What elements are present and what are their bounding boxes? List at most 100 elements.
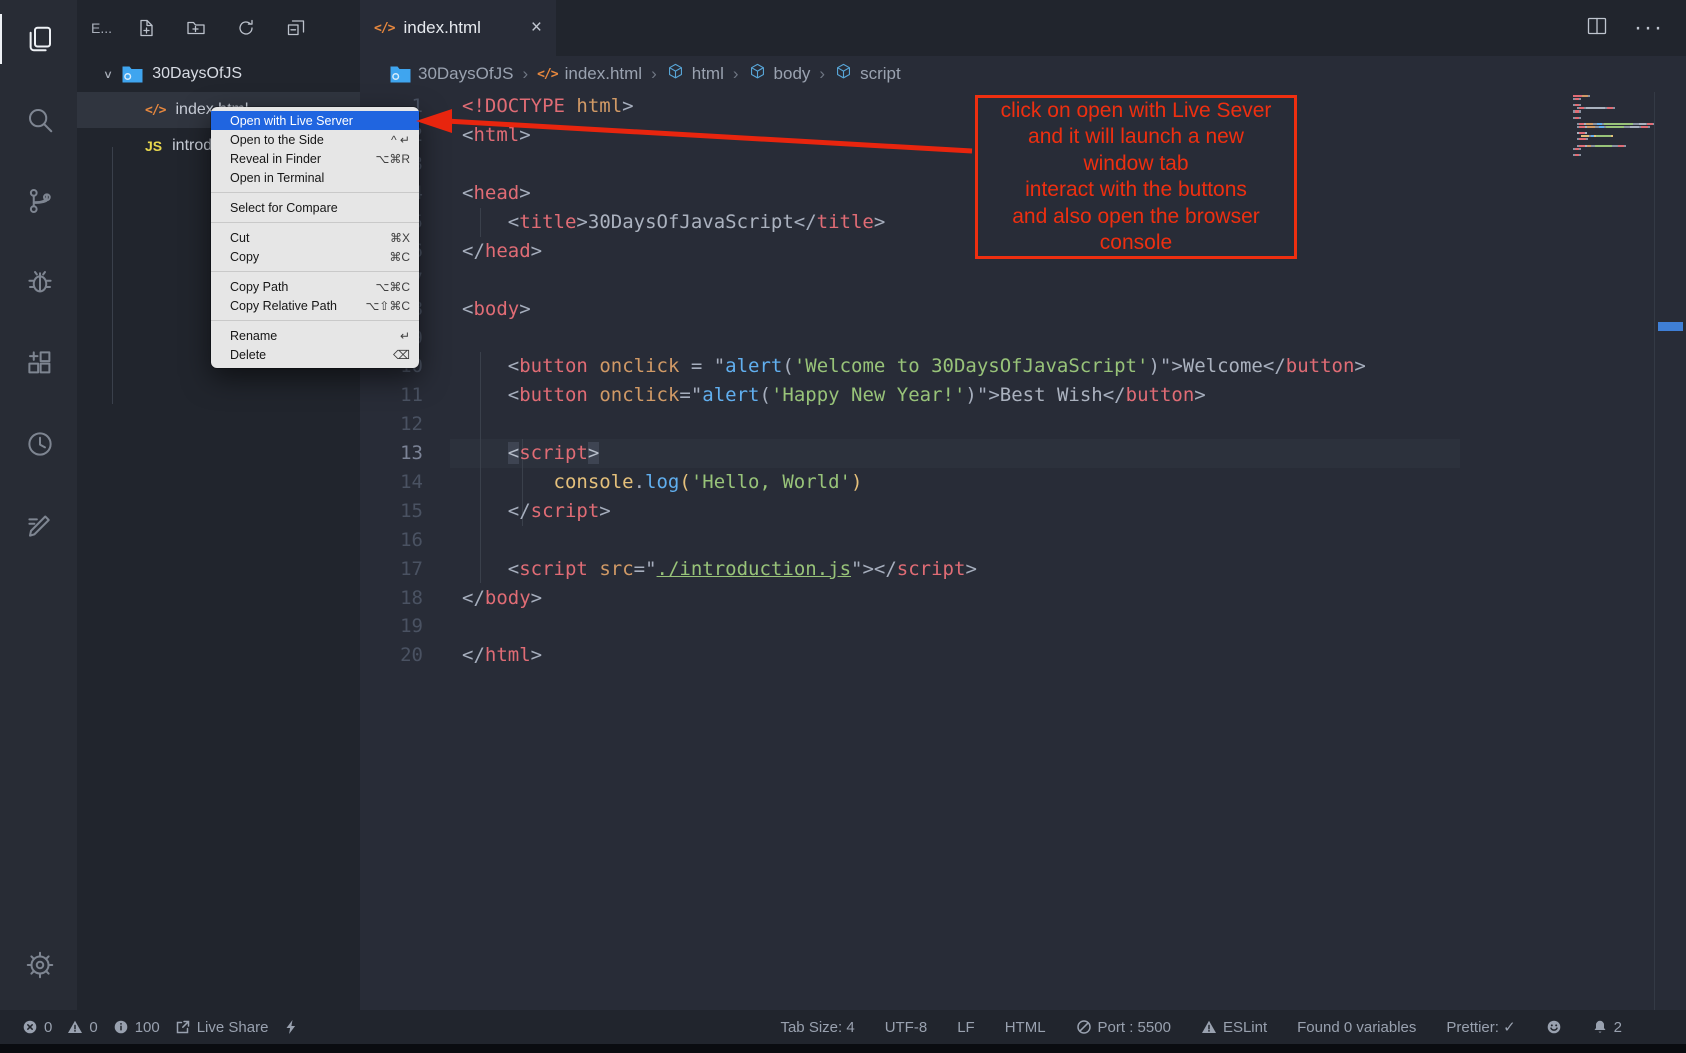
menu-item-rename[interactable]: Rename↵: [211, 326, 419, 345]
menu-item-copy[interactable]: Copy⌘C: [211, 247, 419, 266]
vscode-window: E... ∨ 30DaysOfJS </> index.html JS intr…: [0, 0, 1686, 1053]
overview-ruler-marker[interactable]: [1658, 322, 1683, 331]
menu-item-open-with-live-server[interactable]: Open with Live Server: [211, 111, 419, 130]
pen-icon[interactable]: [0, 500, 77, 550]
refresh-icon[interactable]: [236, 18, 256, 38]
split-editor-icon[interactable]: [1586, 15, 1608, 42]
menu-item-copy-path[interactable]: Copy Path⌥⌘C: [211, 277, 419, 296]
code-line-content: </script>: [423, 500, 611, 522]
code-line[interactable]: 18</body>: [360, 583, 1686, 612]
new-file-icon[interactable]: [136, 18, 156, 38]
menu-item-reveal-in-finder[interactable]: Reveal in Finder⌥⌘R: [211, 149, 419, 168]
menu-item-label: Copy Path: [230, 280, 288, 294]
code-line[interactable]: 15 </script>: [360, 496, 1686, 525]
minimap[interactable]: [1573, 95, 1655, 157]
line-number[interactable]: 15: [360, 500, 423, 522]
explorer-title: E...: [91, 20, 112, 36]
status-item-0[interactable]: 0: [22, 1019, 52, 1036]
menu-item-delete[interactable]: Delete⌫: [211, 345, 419, 364]
bolt-icon: [283, 1019, 299, 1035]
search-icon[interactable]: [0, 95, 77, 145]
source-control-icon[interactable]: [0, 176, 77, 226]
status-item-label: LF: [957, 1019, 975, 1036]
tab-label: index.html: [403, 18, 480, 38]
menu-item-open-in-terminal[interactable]: Open in Terminal: [211, 168, 419, 187]
line-number[interactable]: 16: [360, 529, 423, 551]
status-item-100[interactable]: 100: [113, 1019, 160, 1036]
menu-item-select-for-compare[interactable]: Select for Compare: [211, 198, 419, 217]
code-line[interactable]: 20</html>: [360, 641, 1686, 670]
settings-icon[interactable]: [0, 940, 77, 990]
menu-item-cut[interactable]: Cut⌘X: [211, 228, 419, 247]
menu-item-shortcut: ⌫: [393, 348, 410, 362]
status-item-prettier[interactable]: Prettier: ✓: [1446, 1018, 1515, 1036]
status-item-html[interactable]: HTML: [1005, 1019, 1046, 1036]
extensions-icon[interactable]: [0, 338, 77, 388]
line-number[interactable]: 17: [360, 558, 423, 580]
code-line[interactable]: 11 <button onclick="alert('Happy New Yea…: [360, 381, 1686, 410]
status-item-2[interactable]: 2: [1592, 1019, 1622, 1036]
menu-item-label: Open with Live Server: [230, 114, 353, 128]
status-item-port-5500[interactable]: Port : 5500: [1076, 1019, 1171, 1036]
breadcrumb-item-file[interactable]: </> index.html: [537, 64, 642, 84]
status-item-tab-size-4[interactable]: Tab Size: 4: [780, 1019, 854, 1036]
tab-index-html[interactable]: </> index.html ×: [360, 0, 556, 56]
menu-item-open-to-the-side[interactable]: Open to the Side^ ↵: [211, 130, 419, 149]
code-line[interactable]: 14 console.log('Hello, World'): [360, 468, 1686, 497]
breadcrumb-item-script[interactable]: script: [834, 62, 901, 86]
tree-indent-guide: [112, 147, 113, 404]
status-item-bolt[interactable]: [283, 1019, 299, 1035]
menu-item-shortcut: ^ ↵: [391, 133, 410, 147]
code-line-content: <head>: [423, 182, 531, 204]
status-item-label: 0: [44, 1019, 52, 1036]
code-line[interactable]: 9: [360, 323, 1686, 352]
status-item-utf-8[interactable]: UTF-8: [885, 1019, 928, 1036]
line-number[interactable]: 14: [360, 471, 423, 493]
status-item-found-0-variables[interactable]: Found 0 variables: [1297, 1019, 1416, 1036]
breadcrumb-item-folder[interactable]: 30DaysOfJS: [390, 64, 513, 84]
close-icon[interactable]: ×: [531, 17, 542, 39]
new-folder-icon[interactable]: [186, 18, 206, 38]
code-line[interactable]: 7: [360, 265, 1686, 294]
code-line-content: <button onclick="alert('Happy New Year!'…: [423, 384, 1206, 406]
status-item-smiley[interactable]: [1546, 1019, 1562, 1035]
code-line[interactable]: 8<body>: [360, 294, 1686, 323]
menu-item-copy-relative-path[interactable]: Copy Relative Path⌥⇧⌘C: [211, 296, 419, 315]
code-line-content: <script src="./introduction.js"></script…: [423, 558, 977, 580]
collapse-all-icon[interactable]: [286, 18, 306, 38]
symbol-icon: [748, 62, 767, 86]
line-number[interactable]: 11: [360, 384, 423, 406]
code-line[interactable]: 19: [360, 612, 1686, 641]
explorer-icon[interactable]: [0, 14, 77, 64]
status-item-eslint[interactable]: ESLint: [1201, 1019, 1267, 1036]
code-line[interactable]: 17 <script src="./introduction.js"></scr…: [360, 554, 1686, 583]
code-line[interactable]: 16: [360, 525, 1686, 554]
code-line-content: <title>30DaysOfJavaScript</title>: [423, 211, 885, 233]
line-number[interactable]: 18: [360, 587, 423, 609]
line-number[interactable]: 20: [360, 644, 423, 666]
status-item-0[interactable]: 0: [67, 1019, 97, 1036]
smiley-icon: [1546, 1019, 1562, 1035]
code-line[interactable]: 10 <button onclick = "alert('Welcome to …: [360, 352, 1686, 381]
tree-folder-30daysofjs[interactable]: ∨ 30DaysOfJS: [77, 56, 360, 92]
menu-separator: [211, 222, 419, 223]
js-file-icon: JS: [145, 138, 162, 154]
code-line[interactable]: 13 <script>: [360, 439, 1686, 468]
breadcrumb-item-html[interactable]: html: [666, 62, 724, 86]
code-line[interactable]: 12: [360, 410, 1686, 439]
line-number[interactable]: 19: [360, 615, 423, 637]
status-item-label: 2: [1614, 1019, 1622, 1036]
menu-item-shortcut: ⌥⇧⌘C: [365, 299, 410, 313]
status-item-live-share[interactable]: Live Share: [175, 1019, 269, 1036]
code-line-content: <body>: [423, 298, 531, 320]
status-item-lf[interactable]: LF: [957, 1019, 975, 1036]
breadcrumb-item-body[interactable]: body: [748, 62, 811, 86]
status-item-label: HTML: [1005, 1019, 1046, 1036]
menu-item-shortcut: ↵: [400, 329, 410, 343]
clock-icon[interactable]: [0, 419, 77, 469]
code-line-content: </head>: [423, 240, 542, 262]
line-number[interactable]: 12: [360, 413, 423, 435]
debug-icon[interactable]: [0, 257, 77, 307]
line-number[interactable]: 13: [360, 442, 423, 464]
code-line-content: </html>: [423, 644, 542, 666]
